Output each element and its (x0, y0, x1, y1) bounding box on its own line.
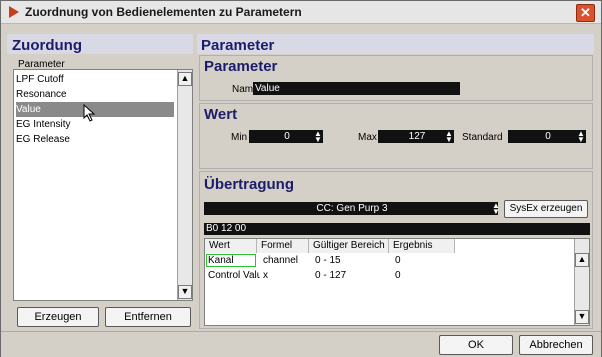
name-field[interactable]: Value (253, 82, 460, 95)
sysex-button[interactable]: SysEx erzeugen (504, 200, 588, 218)
cc-select-value: CC: Gen Purp 3 (316, 203, 388, 214)
standard-field[interactable]: 0 (508, 130, 586, 143)
wert-group-title: Wert (204, 106, 238, 123)
close-icon[interactable]: ✕ (576, 4, 595, 22)
min-spinner-icon[interactable]: ▲ ▼ (314, 130, 322, 144)
max-spinner-icon[interactable]: ▲ ▼ (445, 130, 453, 144)
title-bar: Zuordnung von Bedienelementen zu Paramet… (1, 1, 601, 24)
parameter-group: Parameter Name Value (199, 55, 593, 101)
create-button[interactable]: Erzeugen (17, 307, 99, 327)
max-label: Max (358, 132, 377, 143)
dialog-window: Zuordnung von Bedienelementen zu Paramet… (0, 0, 602, 357)
mouse-cursor-icon (83, 104, 96, 122)
scroll-up-icon[interactable]: ▲ (178, 72, 192, 86)
table-cell[interactable]: Kanal (206, 254, 256, 267)
table-header[interactable]: Ergebnis (389, 239, 455, 253)
right-heading: Parameter (201, 37, 275, 54)
max-value: 127 (408, 131, 426, 142)
ok-button[interactable]: OK (439, 335, 513, 355)
table-cell[interactable]: 0 (393, 254, 455, 267)
transfer-group-title: Übertragung (204, 176, 294, 193)
list-item[interactable]: Resonance (16, 87, 174, 102)
list-scrollbar[interactable]: ▲ ▼ (177, 70, 192, 300)
parameter-group-title: Parameter (204, 58, 278, 75)
min-label: Min (231, 132, 248, 143)
standard-spinner-icon[interactable]: ▲ ▼ (577, 130, 585, 144)
max-field[interactable]: 127 (378, 130, 454, 143)
table-cell[interactable]: 0 - 127 (313, 269, 389, 282)
cc-select-arrows-icon[interactable]: ▲ ▼ (492, 202, 500, 216)
wert-group: Wert Min 0 ▲ ▼ Max 127 ▲ ▼ Standard 0 ▲ ▼ (199, 103, 593, 169)
table-cell[interactable]: x (261, 269, 309, 282)
formula-table: Wert Formel Gültiger Bereich Ergebnis Ka… (204, 238, 590, 326)
scroll-down-icon[interactable]: ▼ (178, 285, 192, 299)
parameter-list[interactable]: Parameter LPF Cutoff Resonance Value EG … (13, 59, 193, 301)
list-item[interactable]: EG Release (16, 132, 174, 147)
hex-field[interactable]: B0 12 00 (204, 223, 590, 235)
remove-button[interactable]: Entfernen (105, 307, 191, 327)
min-value: 0 (284, 131, 290, 142)
scroll-up-icon[interactable]: ▲ (575, 253, 589, 267)
table-cell[interactable]: 0 - 15 (313, 254, 389, 267)
scroll-down-icon[interactable]: ▼ (575, 310, 589, 324)
table-cell[interactable]: 0 (393, 269, 455, 282)
app-arrow-icon (9, 6, 19, 18)
table-cell[interactable]: channel (261, 254, 309, 267)
table-header[interactable]: Wert (205, 239, 257, 253)
standard-label: Standard (462, 132, 503, 143)
table-cell[interactable]: Control Valu (206, 269, 260, 282)
window-title: Zuordnung von Bedienelementen zu Paramet… (25, 5, 302, 19)
standard-value: 0 (545, 131, 551, 142)
left-heading: Zuordung (12, 37, 82, 54)
transfer-group: Übertragung CC: Gen Purp 3 ▲ ▼ SysEx erze… (199, 171, 593, 329)
table-header[interactable]: Gültiger Bereich (309, 239, 389, 253)
list-header: Parameter (18, 59, 65, 70)
cc-select[interactable]: CC: Gen Purp 3 (204, 202, 498, 215)
min-field[interactable]: 0 (249, 130, 323, 143)
table-header[interactable]: Formel (257, 239, 309, 253)
list-item[interactable]: LPF Cutoff (16, 72, 174, 87)
cancel-button[interactable]: Abbrechen (519, 335, 593, 355)
table-scrollbar[interactable]: ▲ ▼ (574, 239, 589, 325)
